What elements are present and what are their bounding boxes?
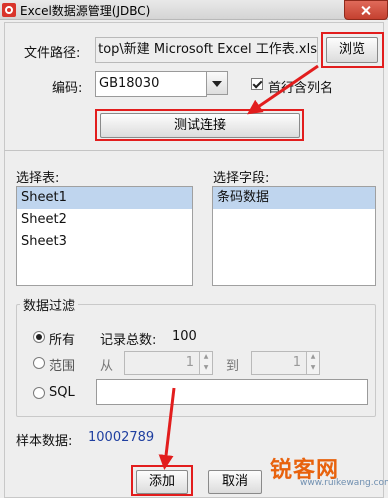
range-to-spinner[interactable]: 1 ▲ ▼ (251, 351, 320, 375)
file-path-field[interactable]: top\新建 Microsoft Excel 工作表.xls (95, 37, 318, 63)
list-item-sheet3[interactable]: Sheet3 (17, 231, 192, 253)
add-button[interactable]: 添加 (136, 470, 188, 494)
list-item-barcode-data[interactable]: 条码数据 (213, 187, 375, 209)
sql-input[interactable] (96, 379, 368, 405)
sample-data-value: 10002789 (88, 430, 155, 445)
encoding-select[interactable]: GB18030 (95, 71, 207, 97)
range-from-spin-buttons[interactable]: ▲ ▼ (199, 352, 212, 374)
filter-sql-label: SQL (49, 385, 75, 400)
field-list[interactable]: 条码数据 (212, 186, 376, 286)
filter-all-label: 所有 (49, 333, 76, 348)
range-from-value: 1 (185, 355, 194, 370)
header-row-checkbox[interactable] (251, 78, 263, 90)
range-from-label: 从 (100, 359, 114, 374)
file-path-label: 文件路径: (24, 46, 81, 61)
watermark-url: www.ruikewang.com (300, 478, 388, 488)
browse-button[interactable]: 浏览 (326, 37, 378, 63)
cancel-button[interactable]: 取消 (208, 470, 262, 494)
record-count-label: 记录总数: (100, 333, 157, 348)
range-to-spin-buttons[interactable]: ▲ ▼ (306, 352, 319, 374)
app-icon (2, 3, 16, 17)
close-button[interactable] (344, 0, 388, 20)
record-count-value: 100 (172, 329, 197, 344)
window-title: Excel数据源管理(JDBC) (20, 4, 151, 18)
table-list[interactable]: Sheet1 Sheet2 Sheet3 (16, 186, 193, 286)
filter-range-label: 范围 (49, 359, 76, 374)
list-item-sheet2[interactable]: Sheet2 (17, 209, 192, 231)
encoding-label: 编码: (52, 81, 83, 96)
range-to-value: 1 (292, 355, 301, 370)
title-bar: Excel数据源管理(JDBC) (0, 0, 388, 20)
separator (4, 150, 384, 151)
test-connection-button[interactable]: 测试连接 (100, 113, 300, 138)
chevron-down-icon[interactable] (206, 71, 228, 95)
filter-range-radio[interactable] (33, 357, 45, 369)
sample-data-label: 样本数据: (16, 434, 73, 449)
list-item-sheet1[interactable]: Sheet1 (17, 187, 192, 209)
field-list-label: 选择字段: (213, 171, 270, 186)
data-filter-legend: 数据过滤 (20, 295, 79, 314)
filter-all-radio[interactable] (33, 331, 45, 343)
range-from-spinner[interactable]: 1 ▲ ▼ (124, 351, 213, 375)
table-list-label: 选择表: (16, 171, 60, 186)
range-to-label: 到 (226, 359, 240, 374)
filter-sql-radio[interactable] (33, 387, 45, 399)
header-row-label: 首行含列名 (268, 81, 334, 96)
